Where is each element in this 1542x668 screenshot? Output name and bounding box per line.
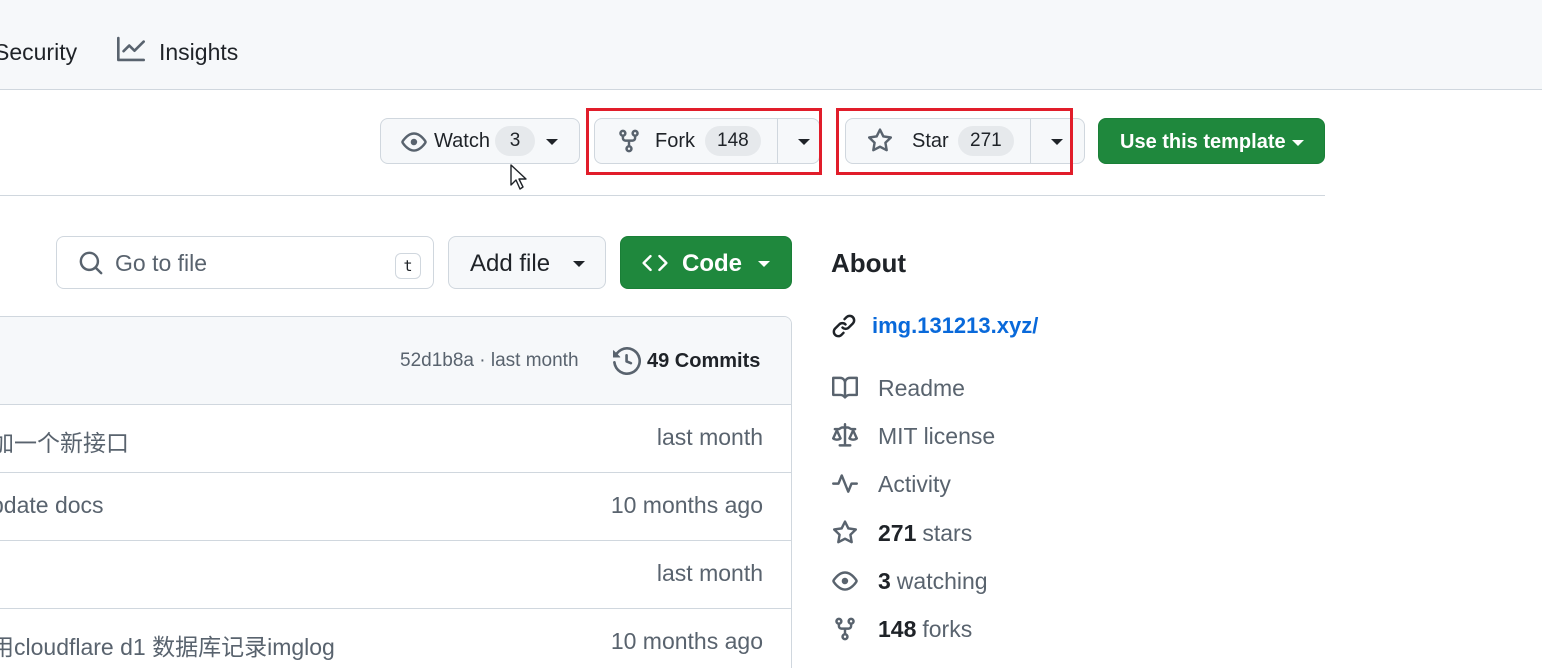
go-to-file-input[interactable] (115, 247, 385, 279)
table-row: 用cloudflare d1 数据库记录imglog 10 months ago (0, 609, 791, 668)
header-divider (0, 195, 1325, 196)
forks-count: 148 (878, 615, 917, 642)
chevron-down-icon (546, 139, 558, 145)
chevron-down-icon (573, 261, 585, 267)
commit-message[interactable]: 用cloudflare d1 数据库记录imglog (0, 628, 335, 662)
commit-time: 10 months ago (610, 628, 763, 654)
activity-link[interactable]: Activity (831, 470, 951, 498)
link-icon (831, 312, 859, 340)
eye-icon (831, 567, 859, 595)
add-file-button[interactable]: Add file (448, 236, 606, 289)
keyboard-shortcut-hint: t (395, 253, 421, 279)
book-icon (831, 374, 859, 402)
commit-time: 10 months ago (610, 492, 763, 518)
forks-link[interactable]: 148 forks (831, 615, 972, 643)
commit-hash[interactable]: 52d1b8a · last month (400, 350, 579, 372)
history-icon (613, 346, 642, 380)
repo-nav-bar: Security Insights (0, 0, 1542, 90)
forks-label: forks (922, 615, 973, 642)
star-icon (831, 519, 859, 547)
watch-label: Watch (434, 130, 490, 152)
add-file-label: Add file (470, 250, 551, 277)
tab-insights-label: Insights (159, 38, 239, 65)
watch-button[interactable]: Watch 3 (380, 118, 580, 164)
table-row: last month (0, 541, 791, 609)
commit-time: last month (656, 424, 763, 450)
eye-icon (401, 129, 427, 161)
commit-message[interactable]: 加一个新接口 (0, 424, 129, 458)
use-template-button[interactable]: Use this template (1098, 118, 1325, 164)
readme-label: Readme (878, 374, 965, 401)
pulse-icon (831, 470, 859, 498)
activity-label: Activity (878, 470, 951, 497)
law-icon (831, 422, 859, 450)
table-row: 加一个新接口 last month (0, 405, 791, 473)
license-label: MIT license (878, 422, 996, 449)
chevron-down-icon (1292, 140, 1304, 146)
use-template-label: Use this template (1120, 131, 1286, 153)
search-icon (78, 250, 104, 281)
about-heading: About (831, 248, 907, 278)
highlight-box-fork (586, 108, 822, 175)
mouse-cursor-icon (510, 164, 527, 190)
code-icon (641, 250, 669, 283)
graph-icon (117, 35, 159, 69)
readme-link[interactable]: Readme (831, 374, 965, 402)
commits-count-link[interactable]: 49 Commits (647, 350, 760, 373)
chevron-down-icon (758, 261, 770, 267)
table-row: pdate docs 10 months ago (0, 473, 791, 541)
tab-security[interactable]: Security (0, 34, 77, 70)
homepage-link-text: img.131213.xyz/ (872, 313, 1039, 338)
stars-link[interactable]: 271 stars (831, 519, 972, 547)
watch-count: 3 (495, 126, 535, 156)
license-link[interactable]: MIT license (831, 422, 995, 450)
stars-count: 271 (878, 519, 917, 546)
tab-security-label: Security (0, 38, 78, 65)
file-list-panel: 52d1b8a · last month 49 Commits 加一个新接口 l… (0, 316, 792, 668)
code-label: Code (682, 250, 742, 277)
tab-insights[interactable]: Insights (117, 34, 238, 70)
watching-count: 3 (878, 567, 891, 594)
repo-forked-icon (831, 615, 859, 643)
stars-label: stars (922, 519, 973, 546)
watchers-link[interactable]: 3 watching (831, 567, 988, 595)
commit-time: last month (656, 560, 763, 586)
homepage-link[interactable]: img.131213.xyz/ (831, 312, 1038, 340)
highlight-box-star (836, 108, 1073, 175)
go-to-file-field[interactable] (56, 236, 434, 289)
latest-commit-bar: 52d1b8a · last month 49 Commits (0, 317, 791, 405)
watching-label: watching (896, 567, 988, 594)
code-button[interactable]: Code (620, 236, 792, 289)
commit-message[interactable]: pdate docs (0, 492, 104, 519)
